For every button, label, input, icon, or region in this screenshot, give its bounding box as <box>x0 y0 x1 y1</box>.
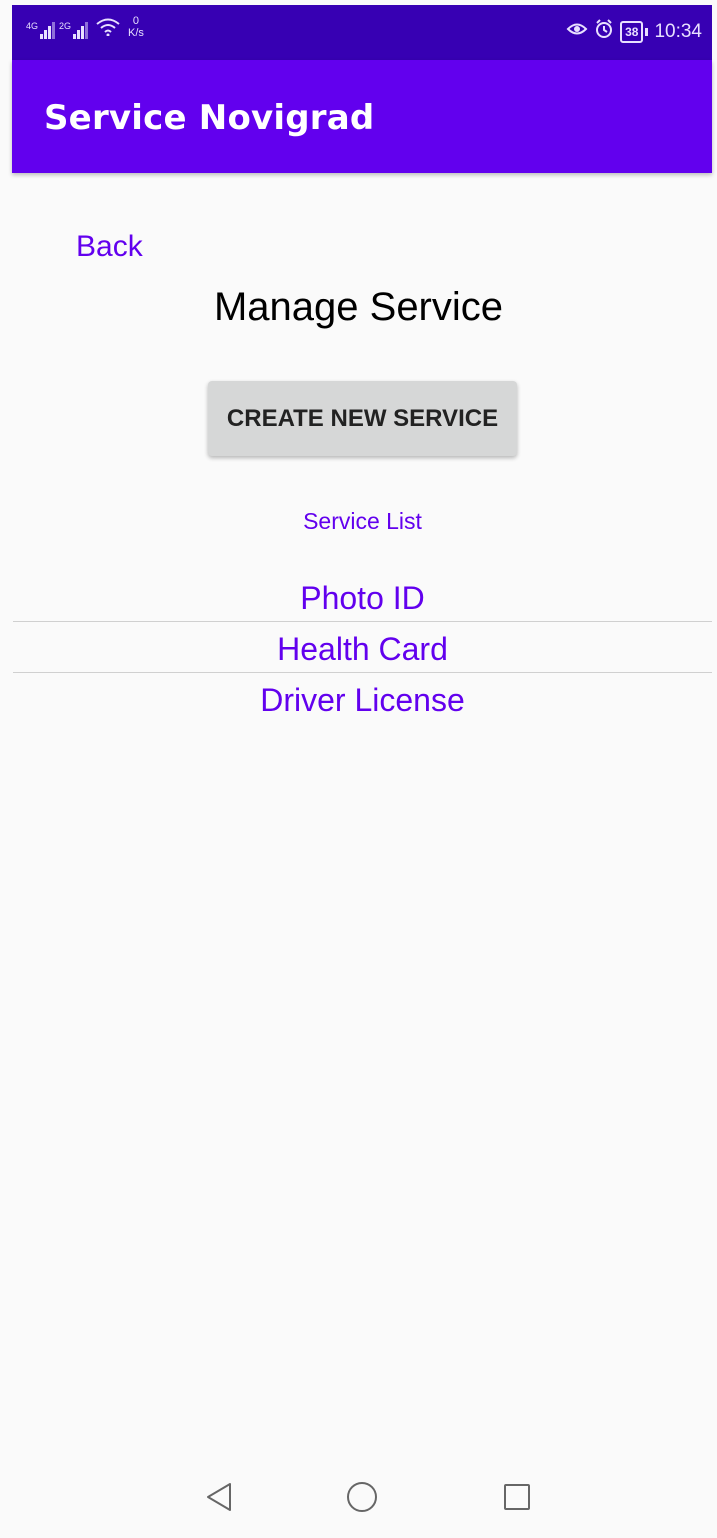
signal-icon-2: 2G <box>59 21 89 39</box>
app-bar: Service Novigrad <box>12 60 712 173</box>
screen: 4G 2G 0 K/s 38 10:34 Service Novigrad Ba… <box>0 0 717 1538</box>
service-item-driver-license[interactable]: Driver License <box>13 673 712 723</box>
app-title: Service Novigrad <box>44 98 375 138</box>
sim2-label: 2G <box>59 21 72 31</box>
back-link[interactable]: Back <box>76 230 143 264</box>
network-speed: 0 K/s <box>128 15 144 39</box>
signal-icon: 4G <box>26 21 56 39</box>
battery-tip <box>645 28 649 36</box>
eye-comfort-icon <box>566 20 588 44</box>
alarm-icon <box>594 19 614 45</box>
nav-bar <box>12 1460 712 1538</box>
page-title: Manage Service <box>213 285 504 329</box>
wifi-icon <box>96 18 120 39</box>
speed-value: 0 <box>132 15 140 27</box>
home-nav-icon[interactable] <box>337 1472 387 1522</box>
speed-unit: K/s <box>128 27 144 39</box>
status-time: 10:34 <box>654 21 702 42</box>
sim1-label: 4G <box>26 21 39 31</box>
status-bar: 4G 2G 0 K/s 38 10:34 <box>12 5 712 60</box>
service-item-photo-id[interactable]: Photo ID <box>13 571 712 622</box>
recents-nav-icon[interactable] <box>492 1472 542 1522</box>
service-list-header: Service List <box>303 508 422 534</box>
service-item-health-card[interactable]: Health Card <box>13 622 712 673</box>
create-new-service-button[interactable]: CREATE NEW SERVICE <box>208 381 517 456</box>
back-nav-icon[interactable] <box>194 1472 244 1522</box>
status-right-group: 38 10:34 <box>566 19 702 45</box>
service-list: Photo ID Health Card Driver License <box>13 571 712 723</box>
battery-level: 38 <box>625 25 639 39</box>
battery-icon: 38 <box>620 21 644 43</box>
status-left-group: 4G 2G 0 K/s <box>26 15 144 39</box>
